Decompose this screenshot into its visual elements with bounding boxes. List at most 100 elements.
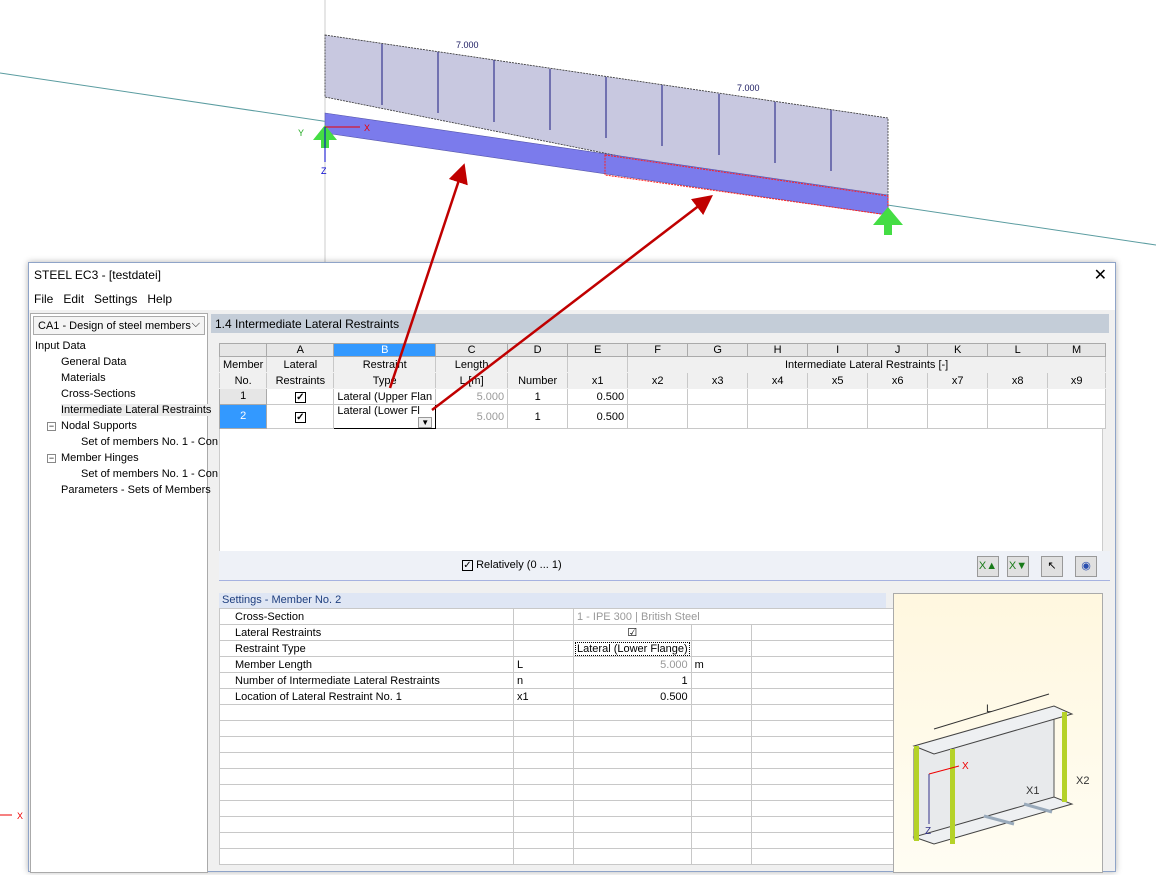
length-cell: 5.000	[435, 388, 509, 405]
header-length-2: L [m]	[435, 372, 509, 389]
column-letter[interactable]: J	[867, 343, 929, 357]
column-letter[interactable]: L	[987, 343, 1049, 357]
header-lateral-2: Restraints	[266, 372, 335, 389]
x-cell[interactable]	[927, 388, 989, 405]
setting-value[interactable]: Lateral (Lower Flange)	[573, 640, 692, 657]
setting-value[interactable]: 1	[573, 672, 692, 689]
tree-item[interactable]: Set of members No. 1 - Con	[81, 468, 218, 480]
local-z-label: Z	[321, 166, 327, 176]
menu-settings[interactable]: Settings	[89, 288, 142, 306]
setting-unit	[690, 640, 752, 657]
tree-item[interactable]: − Nodal Supports	[47, 420, 137, 432]
x-cell[interactable]	[1047, 404, 1107, 429]
settings-empty-row	[219, 816, 919, 833]
x-cell[interactable]	[627, 388, 689, 405]
collapse-icon[interactable]: −	[47, 422, 56, 431]
column-letter[interactable]: M	[1047, 343, 1107, 357]
close-icon[interactable]: ✕	[1094, 265, 1107, 285]
tree-item[interactable]: − Member Hinges	[47, 452, 139, 464]
settings-empty-row	[219, 768, 919, 785]
tree-item[interactable]: General Data	[61, 356, 126, 368]
menu-edit[interactable]: Edit	[58, 288, 89, 306]
x-cell[interactable]	[687, 404, 749, 429]
column-letter[interactable]: B	[333, 343, 437, 357]
menu-help[interactable]: Help	[142, 288, 177, 306]
member-header: Member	[218, 356, 268, 373]
x-cell[interactable]	[927, 404, 989, 429]
setting-value[interactable]: 0.500	[573, 688, 692, 705]
tree-item[interactable]: Set of members No. 1 - Con	[81, 436, 218, 448]
lateral-checkbox[interactable]: ✓	[266, 388, 335, 405]
setting-value[interactable]: 5.000	[573, 656, 692, 673]
setting-unit	[690, 624, 752, 641]
setting-value[interactable]: 1 - IPE 300 | British Steel	[573, 608, 919, 625]
setting-value[interactable]: ☑	[573, 624, 692, 641]
x-cell[interactable]	[987, 404, 1049, 429]
column-letter[interactable]: D	[507, 343, 569, 357]
length-label: L	[986, 703, 992, 715]
section-title: 1.4 Intermediate Lateral Restraints	[211, 314, 1109, 333]
tree-item[interactable]: Cross-Sections	[61, 388, 136, 400]
relatively-checkbox[interactable]: ✓ Relatively (0 ... 1)	[462, 559, 562, 571]
collapse-icon[interactable]: −	[47, 454, 56, 463]
tree-item-label: Member Hinges	[61, 452, 139, 464]
case-dropdown[interactable]: CA1 - Design of steel members ⌵	[33, 316, 205, 335]
dropdown-arrow-icon[interactable]: ▼	[418, 417, 433, 428]
column-letter[interactable]: K	[927, 343, 989, 357]
row-number[interactable]: 2	[218, 404, 268, 429]
menu-file[interactable]: File	[29, 288, 58, 306]
member-header-no: No.	[218, 372, 268, 389]
view-icon[interactable]: ◉	[1075, 556, 1097, 577]
column-letter[interactable]: I	[807, 343, 869, 357]
row-number[interactable]: 1	[218, 388, 268, 405]
settings-row: Restraint Type Lateral (Lower Flange)	[219, 640, 919, 657]
x-cell[interactable]	[807, 404, 869, 429]
x-cell[interactable]	[747, 388, 809, 405]
table-row[interactable]: 2 ✓ Lateral (Lower Fl ▼ 5.000 1 0.500	[218, 404, 1107, 429]
tree-item[interactable]: Parameters - Sets of Members	[61, 484, 211, 496]
column-letter[interactable]: H	[747, 343, 809, 357]
column-letter[interactable]: E	[567, 343, 629, 357]
x-cell[interactable]	[987, 388, 1049, 405]
x-cell[interactable]	[867, 404, 929, 429]
global-x-label: X	[17, 811, 23, 821]
window-title: STEEL EC3 - [testdatei]	[34, 268, 161, 282]
restraint-type-cell[interactable]: Lateral (Upper Flan	[333, 388, 437, 405]
table-row[interactable]: 1 ✓ Lateral (Upper Flan 5.000 1 0.500	[218, 388, 1107, 405]
x-cell[interactable]	[807, 388, 869, 405]
pick-icon[interactable]: ↖	[1041, 556, 1063, 577]
settings-row: Member Length L 5.000 m	[219, 656, 919, 673]
number-cell[interactable]: 1	[507, 388, 569, 405]
case-dropdown-value: CA1 - Design of steel members	[38, 320, 191, 332]
tree-item[interactable]: Materials	[61, 372, 106, 384]
restraint-type-cell[interactable]: Lateral (Lower Fl ▼	[333, 404, 437, 429]
x-cell[interactable]	[687, 388, 749, 405]
header-lateral: Lateral	[266, 356, 335, 373]
number-cell[interactable]: 1	[507, 404, 569, 429]
tree-item[interactable]: Input Data	[35, 340, 86, 352]
settings-table: Cross-Section 1 - IPE 300 | British Steel…	[219, 608, 919, 865]
x-cell[interactable]	[867, 388, 929, 405]
column-letter[interactable]: G	[687, 343, 749, 357]
tree-item-label: Nodal Supports	[61, 420, 137, 432]
excel-import-icon[interactable]: X▼	[1007, 556, 1029, 577]
setting-unit	[690, 672, 752, 689]
header-x: x9	[1047, 372, 1107, 389]
tree-item[interactable]: Intermediate Lateral Restraints	[61, 404, 212, 416]
x-cell[interactable]	[1047, 388, 1107, 405]
column-letter[interactable]: C	[435, 343, 509, 357]
x-cell[interactable]	[747, 404, 809, 429]
settings-title: Settings - Member No. 2	[219, 593, 886, 608]
excel-export-icon[interactable]: X▲	[977, 556, 999, 577]
tree-item-label: Set of members No. 1 - Con	[81, 468, 218, 480]
column-letter[interactable]: F	[627, 343, 689, 357]
header-empty	[567, 356, 629, 373]
tree-item-label: Set of members No. 1 - Con	[81, 436, 218, 448]
x-cell[interactable]	[627, 404, 689, 429]
x1-cell[interactable]: 0.500	[567, 404, 629, 429]
length-cell: 5.000	[435, 404, 509, 429]
tree-item-label: Parameters - Sets of Members	[61, 484, 211, 496]
lateral-checkbox[interactable]: ✓	[266, 404, 335, 429]
x1-cell[interactable]: 0.500	[567, 388, 629, 405]
column-letter[interactable]: A	[266, 343, 335, 357]
